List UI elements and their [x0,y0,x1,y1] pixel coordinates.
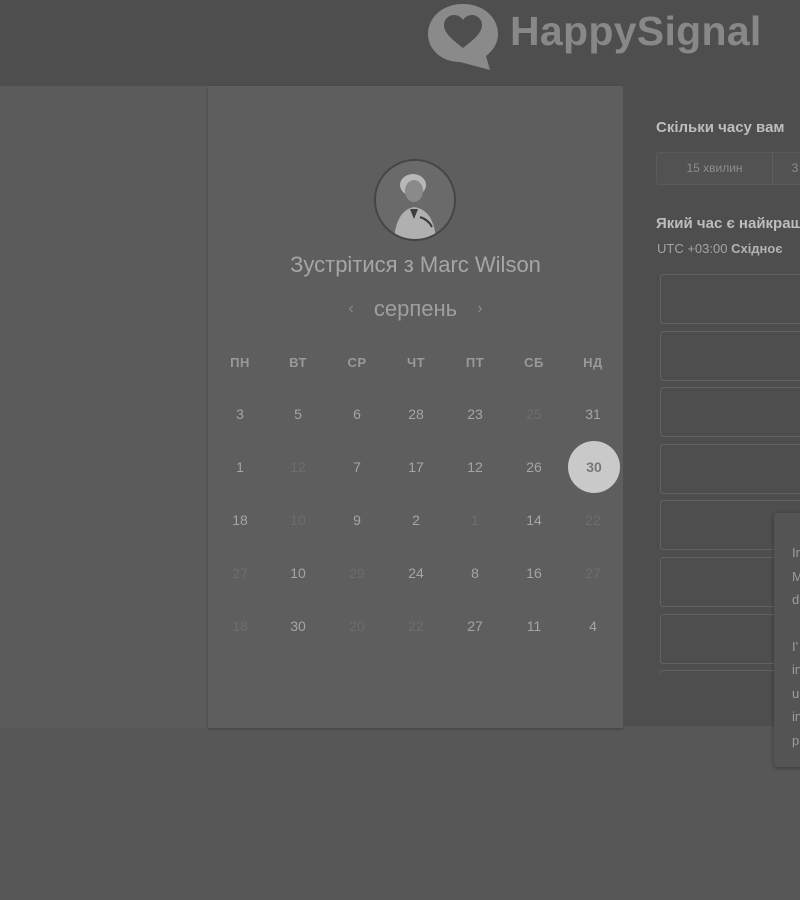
selected-day[interactable]: 30 [568,441,620,493]
day-cell[interactable]: 30 [273,601,323,651]
day-cell[interactable]: 6 [332,389,382,439]
day-cell[interactable]: 28 [391,389,441,439]
weekday-label: СР [347,355,367,370]
day-cell[interactable]: 14 [509,495,559,545]
day-cell: 12 [290,459,306,475]
bottom-backdrop [0,728,800,900]
day-cell: 22 [408,618,424,634]
day-cell: 22 [585,512,601,528]
day-cell: 29 [349,565,365,581]
time-slot[interactable] [660,274,800,324]
day-cell[interactable]: 23 [450,389,500,439]
day-cell[interactable]: 12 [450,442,500,492]
day-cell[interactable]: 4 [568,601,618,651]
top-header: HappySignal [0,0,800,86]
day-cell[interactable]: 31 [568,389,618,439]
duration-selector: 15 хвилин 3 [656,152,800,185]
day-cell[interactable]: 26 [509,442,559,492]
day-cell: 27 [232,565,248,581]
time-slot[interactable] [660,444,800,494]
weekday-label: СБ [524,355,544,370]
tooltip-line: in [792,662,800,677]
day-cell[interactable]: 9 [332,495,382,545]
weekday-label: ВТ [289,355,307,370]
day-cell: 1 [471,512,479,528]
month-navigation: ‹ серпень › [208,296,623,322]
day-cell: 25 [526,406,542,422]
weekday-label: ПТ [465,355,485,370]
tooltip-line: u [792,686,800,701]
day-cell: 10 [290,512,306,528]
day-cell[interactable]: 1 [215,442,265,492]
meeting-title: Зустрітися з Marc Wilson [290,252,541,277]
time-slot[interactable] [660,331,800,381]
day-cell[interactable]: 10 [273,548,323,598]
weekday-label: ЧТ [406,355,426,370]
day-cell: 18 [232,618,248,634]
timezone-label[interactable]: UTC +03:00 Східноє [657,241,783,256]
next-month-icon[interactable]: › [477,300,482,317]
prev-month-icon[interactable]: ‹ [348,300,353,317]
duration-other-button[interactable]: 3 [773,153,800,184]
day-cell[interactable]: 17 [391,442,441,492]
weekday-label: НД [583,355,603,370]
month-label: серпень [373,296,458,321]
duration-15-button[interactable]: 15 хвилин [657,153,773,184]
tooltip-line: M [792,569,800,584]
tooltip-line: In [792,545,800,560]
brand-name: HappySignal [510,8,762,54]
tooltip-line: d [792,592,800,607]
weekday-label: ПН [230,355,250,370]
day-cell: 27 [585,565,601,581]
duration-question: Скільки часу вам [656,119,785,136]
day-cell[interactable]: 3 [215,389,265,439]
timezone-name: Східноє [731,241,783,256]
day-cell: 20 [349,618,365,634]
tooltip-line: I' [792,639,799,654]
person-photo-icon [376,161,454,239]
day-cell[interactable]: 7 [332,442,382,492]
day-cell[interactable]: 11 [509,601,559,651]
day-cell[interactable]: 2 [391,495,441,545]
heart-bubble-icon [428,4,498,70]
avatar [374,159,456,241]
day-cell[interactable]: 8 [450,548,500,598]
info-tooltip: In M d I' in u in p [774,513,800,767]
time-question: Який час є найкращ [656,215,800,232]
day-cell[interactable]: 27 [450,601,500,651]
time-slot[interactable] [660,387,800,437]
timezone-offset: UTC +03:00 [657,241,728,256]
left-backdrop [0,86,208,728]
tooltip-line: p [792,733,800,748]
day-cell[interactable]: 16 [509,548,559,598]
day-cell[interactable]: 24 [391,548,441,598]
day-cell[interactable]: 18 [215,495,265,545]
tooltip-line: in [792,709,800,724]
day-cell[interactable]: 5 [273,389,323,439]
